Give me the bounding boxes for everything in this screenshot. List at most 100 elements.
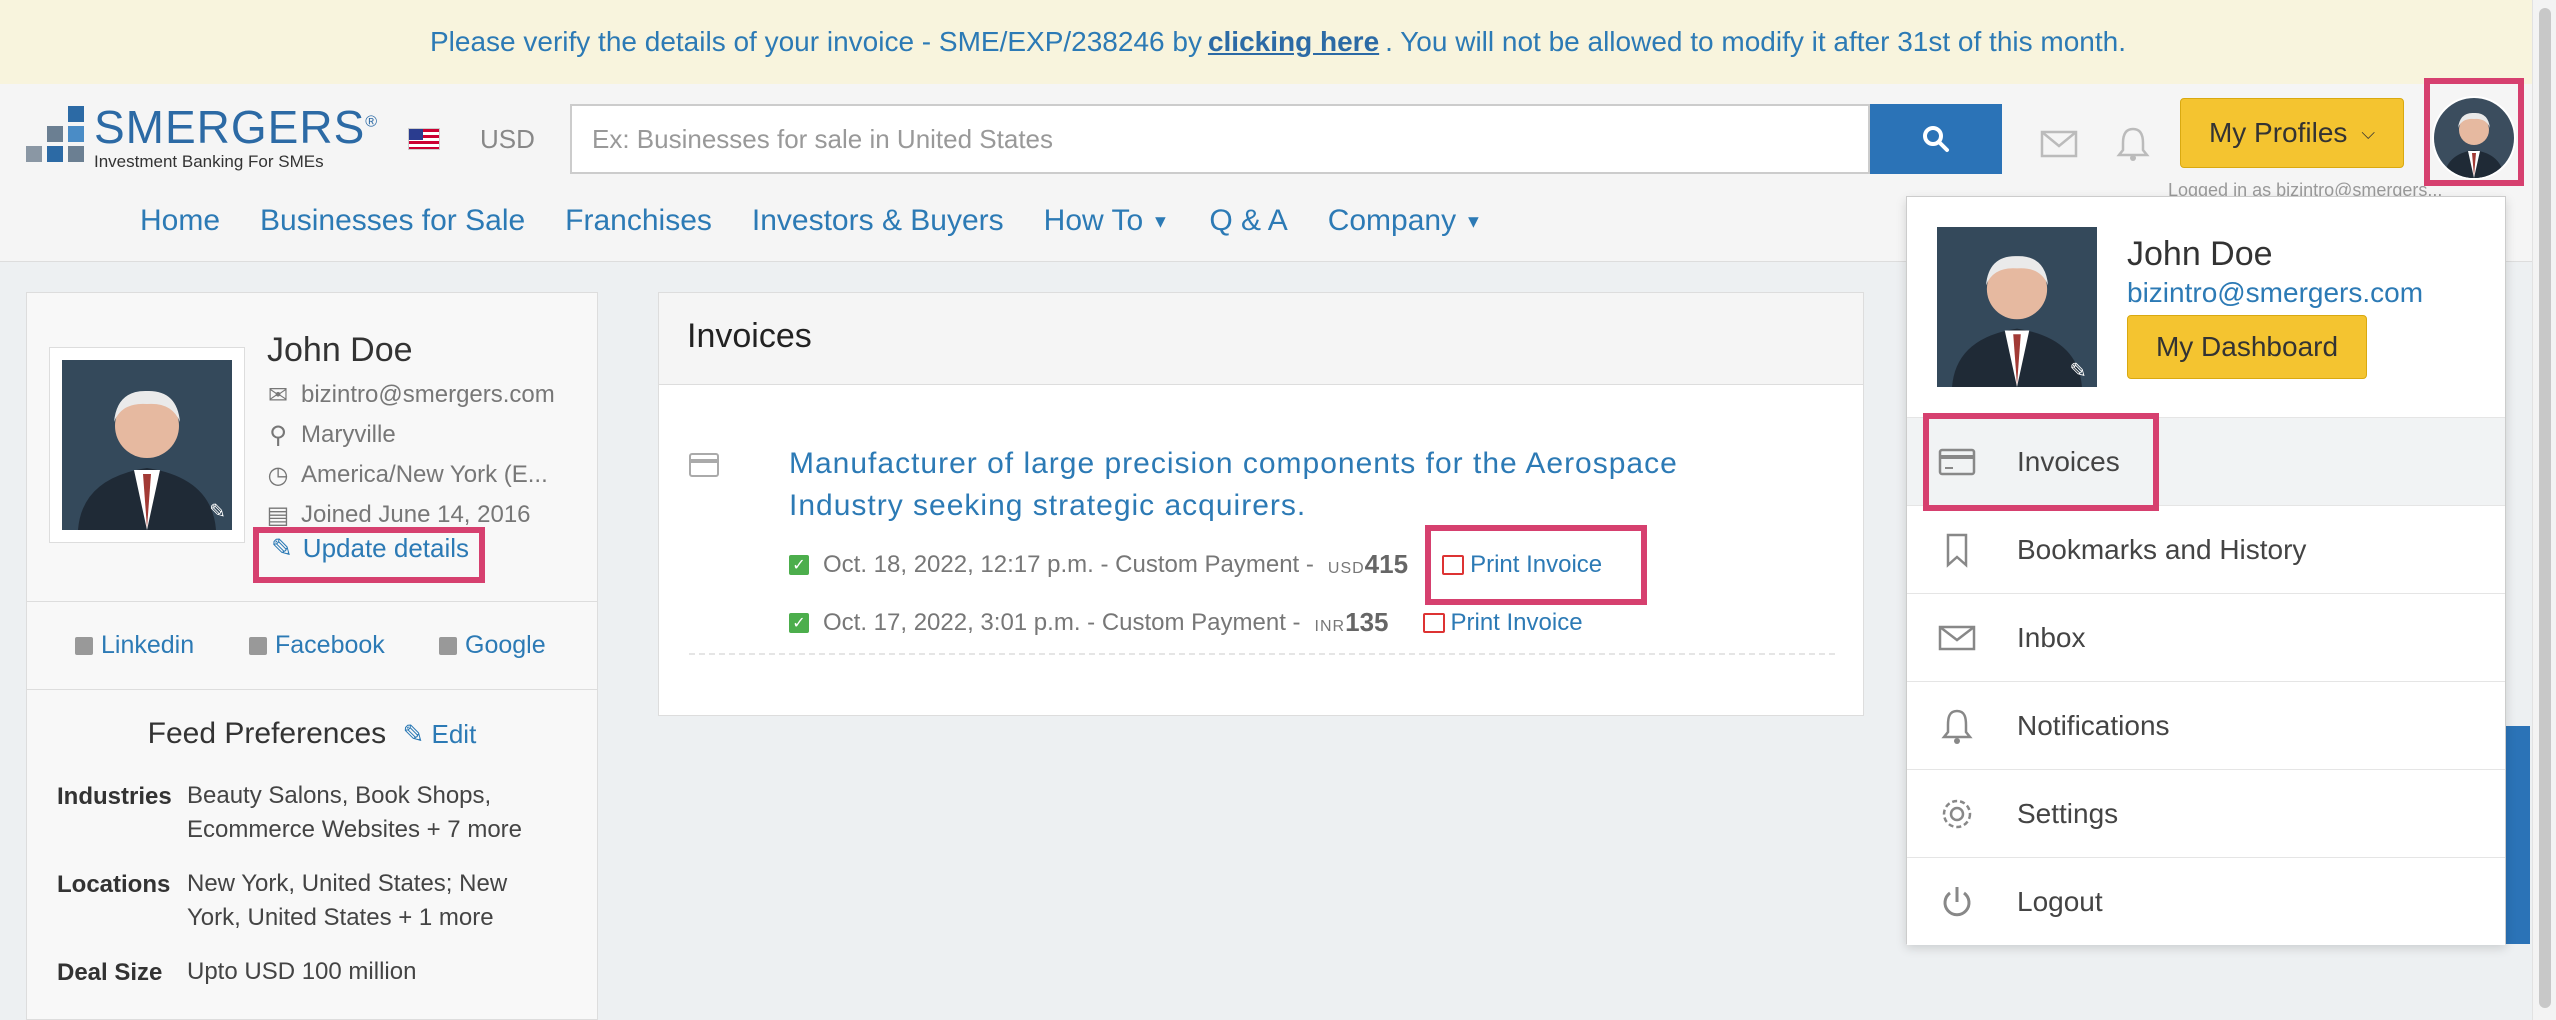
invoice-date: Oct. 18, 2022, 12:17 p.m. - Custom Payme… bbox=[823, 550, 1314, 578]
dropdown-name: John Doe bbox=[2127, 235, 2273, 273]
clock-icon: ◷ bbox=[267, 461, 289, 489]
industries-value: Beauty Salons, Book Shops, Ecommerce Web… bbox=[187, 782, 523, 843]
feed-edit-link[interactable]: ✎ Edit bbox=[402, 719, 476, 749]
facebook-link[interactable]: Facebook bbox=[249, 631, 385, 660]
my-profiles-button[interactable]: My Profiles ⌵ bbox=[2180, 98, 2404, 168]
menu-item-label: Settings bbox=[2017, 797, 2119, 829]
invoice-business-title[interactable]: Manufacturer of large precision componen… bbox=[789, 443, 1789, 527]
my-profiles-label: My Profiles bbox=[2208, 117, 2348, 148]
bell-icon[interactable] bbox=[2114, 126, 2152, 162]
scrollbar[interactable] bbox=[2532, 0, 2556, 1020]
nav-investors-buyers[interactable]: Investors & Buyers bbox=[752, 204, 1004, 238]
linkedin-icon bbox=[75, 636, 93, 655]
envelope-icon bbox=[1938, 625, 1976, 650]
linkedin-label: Linkedin bbox=[101, 631, 195, 659]
print-invoice-label: Print Invoice bbox=[1450, 608, 1583, 636]
currency-selector[interactable]: USD bbox=[480, 124, 535, 155]
invoice-date: Oct. 17, 2022, 3:01 p.m. - Custom Paymen… bbox=[823, 608, 1301, 636]
locations-value: New York, United States; New York, Unite… bbox=[187, 870, 508, 931]
checkbox-checked-icon: ✓ bbox=[789, 612, 809, 633]
notice-suffix: . You will not be allowed to modify it a… bbox=[1385, 26, 2126, 57]
google-link[interactable]: Google bbox=[439, 631, 546, 660]
linkedin-link[interactable]: Linkedin bbox=[75, 631, 194, 660]
invoice-amount: 415 bbox=[1364, 549, 1409, 579]
menu-item-label: Invoices bbox=[2017, 445, 2120, 477]
divider bbox=[689, 653, 1835, 655]
user-photo-icon bbox=[2434, 98, 2514, 178]
update-details-link[interactable]: ✎ Update details bbox=[271, 533, 469, 564]
us-flag-icon[interactable] bbox=[408, 128, 440, 150]
nav-how-to[interactable]: How To ▼ bbox=[1044, 204, 1170, 238]
print-invoice-link[interactable]: Print Invoice bbox=[1442, 551, 1602, 579]
nav-franchises[interactable]: Franchises bbox=[565, 204, 712, 238]
logo-text: SMERGERS® bbox=[94, 101, 379, 153]
map-pin-icon: ⚲ bbox=[269, 421, 287, 449]
menu-item-invoices[interactable]: Invoices bbox=[1907, 417, 2505, 505]
facebook-label: Facebook bbox=[275, 631, 385, 659]
profile-timezone-row: ◷ America/New York (E... bbox=[267, 461, 548, 489]
nav-company-label: Company bbox=[1327, 204, 1457, 237]
invoice-notice-bar: Please verify the details of your invoic… bbox=[0, 0, 2556, 84]
search-icon bbox=[1923, 126, 1949, 152]
notice-link[interactable]: clicking here bbox=[1208, 26, 1379, 58]
profile-photo[interactable]: ✎ bbox=[49, 347, 245, 543]
my-dashboard-button[interactable]: My Dashboard bbox=[2127, 315, 2367, 379]
menu-item-label: Inbox bbox=[2017, 621, 2086, 653]
invoices-card: Invoices Manufacturer of large precision… bbox=[658, 292, 1864, 716]
invoices-heading: Invoices bbox=[659, 293, 1863, 385]
facebook-icon bbox=[249, 636, 267, 655]
menu-item-notifications[interactable]: Notifications bbox=[1907, 681, 2505, 769]
caret-down-icon: ▼ bbox=[1151, 211, 1170, 232]
calendar-icon: ▤ bbox=[266, 501, 290, 529]
industries-label: Industries bbox=[57, 783, 172, 810]
nav-company[interactable]: Company ▼ bbox=[1328, 204, 1483, 238]
update-details-label: Update details bbox=[302, 533, 470, 563]
nav-qa[interactable]: Q & A bbox=[1209, 204, 1287, 238]
logo[interactable]: SMERGERS® Investment Banking For SMEs bbox=[26, 92, 379, 182]
feed-preferences-title: Feed Preferences ✎ Edit bbox=[27, 717, 597, 751]
nav-how-to-label: How To bbox=[1043, 204, 1144, 237]
menu-item-settings[interactable]: Settings bbox=[1907, 769, 2505, 857]
menu-item-bookmarks[interactable]: Bookmarks and History bbox=[1907, 505, 2505, 593]
invoice-currency: INR bbox=[1314, 618, 1346, 635]
invoice-currency: USD bbox=[1327, 560, 1365, 577]
menu-item-logout[interactable]: Logout bbox=[1907, 857, 2505, 945]
search-input[interactable]: Ex: Businesses for sale in United States bbox=[570, 104, 1870, 174]
user-photo-icon: ✎ bbox=[1937, 227, 2097, 387]
printer-icon bbox=[1422, 612, 1445, 633]
dropdown-menu: Invoices Bookmarks and History Inbox Not… bbox=[1907, 417, 2505, 945]
pencil-icon[interactable]: ✎ bbox=[209, 499, 226, 524]
power-icon bbox=[1943, 886, 1971, 916]
envelope-icon[interactable] bbox=[2040, 126, 2078, 162]
profile-location-row: ⚲ Maryville bbox=[267, 421, 395, 449]
menu-item-label: Notifications bbox=[2017, 709, 2170, 741]
profile-name: John Doe bbox=[267, 331, 413, 369]
profile-email-row: ✉ bizintro@smergers.com bbox=[267, 381, 555, 409]
search-button[interactable] bbox=[1870, 104, 2002, 174]
profile-timezone: America/New York (E... bbox=[301, 461, 548, 488]
menu-item-label: Bookmarks and History bbox=[2017, 533, 2307, 565]
credit-card-icon bbox=[689, 453, 719, 477]
nav-home[interactable]: Home bbox=[140, 204, 220, 238]
deal-size-value: Upto USD 100 million bbox=[187, 958, 417, 985]
bell-icon bbox=[1941, 709, 1973, 744]
menu-item-label: Logout bbox=[2017, 885, 2103, 917]
menu-item-inbox[interactable]: Inbox bbox=[1907, 593, 2505, 681]
invoice-amount: 135 bbox=[1345, 607, 1389, 637]
invoice-row: ✓ Oct. 17, 2022, 3:01 p.m. - Custom Paym… bbox=[789, 607, 1583, 638]
feed-edit-label: Edit bbox=[431, 719, 477, 749]
dropdown-email[interactable]: bizintro@smergers.com bbox=[2127, 277, 2423, 309]
dropdown-photo[interactable]: ✎ bbox=[1937, 227, 2097, 387]
deal-size-label: Deal Size bbox=[57, 959, 163, 986]
locations-label: Locations bbox=[57, 871, 171, 898]
envelope-icon: ✉ bbox=[267, 381, 289, 409]
print-invoice-link[interactable]: Print Invoice bbox=[1422, 608, 1583, 637]
avatar[interactable] bbox=[2432, 96, 2516, 180]
scrollbar-thumb[interactable] bbox=[2539, 8, 2551, 1008]
print-invoice-label: Print Invoice bbox=[1470, 550, 1603, 578]
divider bbox=[27, 601, 597, 602]
bookmark-icon bbox=[1946, 533, 1968, 568]
nav-businesses-for-sale[interactable]: Businesses for Sale bbox=[260, 204, 525, 238]
pencil-icon: ✎ bbox=[271, 533, 293, 563]
divider bbox=[27, 689, 597, 690]
